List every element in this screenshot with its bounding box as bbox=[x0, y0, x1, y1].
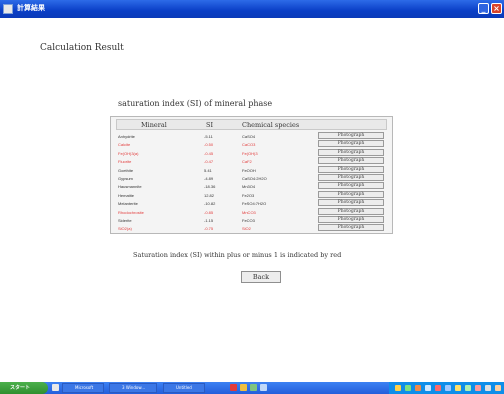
chemical-species: Mn3O4 bbox=[242, 184, 256, 190]
si-value: -4.89 bbox=[204, 176, 214, 181]
si-value: -0.85 bbox=[204, 209, 214, 215]
tray-icon[interactable] bbox=[405, 385, 411, 391]
photograph-button[interactable]: Photograph bbox=[318, 224, 384, 232]
system-tray bbox=[389, 382, 504, 394]
si-value: 12.82 bbox=[204, 192, 215, 198]
taskbar-item-3[interactable]: Untitled bbox=[163, 383, 205, 393]
back-button[interactable]: Back bbox=[241, 271, 281, 283]
si-value: -1.15 bbox=[204, 218, 214, 223]
title-bar: 計算結果 _ × bbox=[0, 0, 504, 18]
photograph-button[interactable]: Photograph bbox=[318, 199, 384, 207]
table-row: SiO2(a) -0.75 SiO2 Photograph bbox=[116, 224, 387, 233]
mineral-name: Hausmannite bbox=[118, 184, 142, 190]
mineral-name: Siderite bbox=[118, 218, 132, 223]
mineral-name: Goethite bbox=[118, 167, 134, 173]
si-value: -5.11 bbox=[204, 134, 213, 139]
ime-pad-icon[interactable] bbox=[260, 384, 267, 391]
chemical-species: SiO2 bbox=[242, 226, 251, 232]
mineral-name: Anhydrite bbox=[118, 134, 135, 139]
chemical-species: FeCO3 bbox=[242, 218, 255, 223]
tray-icon[interactable] bbox=[485, 385, 491, 391]
header-si: SI bbox=[206, 121, 214, 129]
mineral-name: Melanterite bbox=[118, 201, 138, 207]
photograph-button[interactable]: Photograph bbox=[318, 190, 384, 198]
tray-icon[interactable] bbox=[475, 385, 481, 391]
photograph-button[interactable]: Photograph bbox=[318, 140, 384, 148]
ime-mode-icon[interactable] bbox=[240, 384, 247, 391]
taskbar-item-1[interactable]: Microsoft bbox=[62, 383, 104, 393]
si-value: -0.50 bbox=[204, 142, 214, 148]
ime-icon[interactable] bbox=[230, 384, 237, 391]
mineral-name: Rhodochrosite bbox=[118, 209, 144, 215]
si-value: -10.82 bbox=[204, 201, 216, 207]
taskbar: スタート Microsoft 3 Window... Untitled bbox=[0, 382, 504, 394]
chemical-species: CaSO4:2H2O bbox=[242, 176, 267, 181]
quick-launch-icon[interactable] bbox=[52, 384, 59, 391]
mineral-name: Calcite bbox=[118, 142, 131, 148]
chemical-species: FeSO4:7H2O bbox=[242, 201, 267, 207]
si-value: -0.47 bbox=[204, 159, 214, 165]
tray-icon[interactable] bbox=[455, 385, 461, 391]
ime-tool-icon[interactable] bbox=[250, 384, 257, 391]
taskbar-item-2[interactable]: 3 Window... bbox=[109, 383, 157, 393]
mineral-name: Fluorite bbox=[118, 159, 132, 165]
app-icon bbox=[3, 4, 13, 14]
mineral-name: Hematite bbox=[118, 192, 135, 198]
window-title: 計算結果 bbox=[17, 4, 45, 12]
header-species: Chemical species bbox=[242, 121, 300, 129]
chemical-species: CaCO3 bbox=[242, 142, 256, 148]
photograph-button[interactable]: Photograph bbox=[318, 174, 384, 181]
tray-icon[interactable] bbox=[435, 385, 441, 391]
mineral-name: SiO2(a) bbox=[118, 226, 132, 232]
chemical-species: Fe(OH)3 bbox=[242, 150, 258, 156]
page-title: Calculation Result bbox=[40, 43, 124, 53]
tray-icon[interactable] bbox=[395, 385, 401, 391]
tray-icon[interactable] bbox=[445, 385, 451, 391]
tray-icon[interactable] bbox=[495, 385, 501, 391]
tray-icon[interactable] bbox=[425, 385, 431, 391]
header-mineral: Mineral bbox=[141, 121, 167, 129]
results-table: Mineral SI Chemical species Anhydrite -5.… bbox=[110, 116, 393, 234]
si-value: -0.45 bbox=[204, 150, 214, 156]
table-header: Mineral SI Chemical species bbox=[116, 119, 387, 130]
photograph-button[interactable]: Photograph bbox=[318, 157, 384, 165]
minimize-button[interactable]: _ bbox=[478, 3, 489, 14]
photograph-button[interactable]: Photograph bbox=[318, 216, 384, 223]
chemical-species: MnCO3 bbox=[242, 209, 256, 215]
photograph-button[interactable]: Photograph bbox=[318, 165, 384, 173]
chemical-species: CaSO4 bbox=[242, 134, 256, 139]
si-value: -18.36 bbox=[204, 184, 216, 190]
close-button[interactable]: × bbox=[491, 3, 502, 14]
mineral-name: Gypsum bbox=[118, 176, 133, 181]
si-value: 5.41 bbox=[204, 167, 212, 173]
photograph-button[interactable]: Photograph bbox=[318, 182, 384, 190]
photograph-button[interactable]: Photograph bbox=[318, 148, 384, 156]
mineral-name: Fe(OH)3(a) bbox=[118, 150, 139, 156]
tray-icon[interactable] bbox=[465, 385, 471, 391]
table-caption: saturation index (SI) of mineral phase bbox=[118, 99, 273, 108]
photograph-button[interactable]: Photograph bbox=[318, 207, 384, 215]
chemical-species: Fe2O3 bbox=[242, 192, 255, 198]
photograph-button[interactable]: Photograph bbox=[318, 132, 384, 139]
red-indicator-note: Saturation index (SI) within plus or min… bbox=[133, 251, 342, 259]
chemical-species: CaF2 bbox=[242, 159, 252, 165]
si-value: -0.75 bbox=[204, 226, 214, 232]
start-button[interactable]: スタート bbox=[0, 382, 48, 394]
chemical-species: FeOOH bbox=[242, 167, 256, 173]
tray-icon[interactable] bbox=[415, 385, 421, 391]
